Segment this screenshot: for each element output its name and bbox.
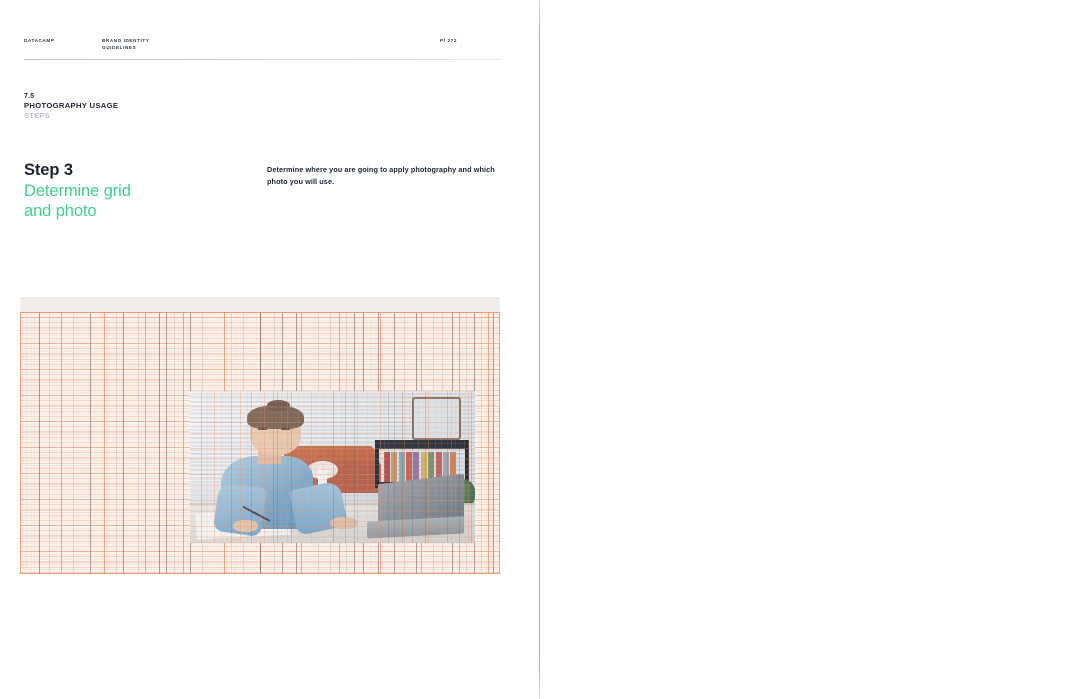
grid-vertical-line bbox=[281, 391, 283, 543]
running-head-left: DATACAMP BRAND IDENTITY GUIDELINES P/ 27… bbox=[24, 38, 500, 56]
grid-vertical-line bbox=[467, 391, 469, 543]
running-head-page-number: P/ 272 bbox=[440, 38, 458, 43]
grid-vertical-line bbox=[366, 391, 368, 543]
grid-vertical-line bbox=[379, 391, 381, 543]
grid-vertical-line bbox=[137, 312, 139, 574]
grid-vertical-line bbox=[435, 391, 437, 543]
grid-vertical-line bbox=[332, 391, 334, 543]
grid-vertical-line bbox=[402, 391, 404, 543]
grid-vertical-line bbox=[492, 312, 494, 574]
grid-vertical-line bbox=[450, 391, 452, 543]
grid-vertical-line bbox=[89, 312, 91, 574]
grid-vertical-line bbox=[488, 312, 489, 574]
grid-vertical-line bbox=[412, 391, 414, 543]
spread-gutter-divider bbox=[539, 0, 540, 699]
grid-vertical-line bbox=[315, 391, 317, 543]
grid-vertical-line bbox=[455, 391, 457, 543]
grid-vertical-line bbox=[298, 391, 300, 543]
grid-vertical-line bbox=[39, 312, 41, 574]
grid-vertical-line bbox=[446, 391, 448, 543]
page-left: DATACAMP BRAND IDENTITY GUIDELINES P/ 27… bbox=[0, 0, 540, 699]
step-subtitle: Determine grid and photo bbox=[24, 182, 131, 220]
grid-vertical-line bbox=[418, 391, 419, 543]
grid-vertical-line bbox=[72, 312, 74, 574]
grid-overlay-on-photo bbox=[190, 391, 475, 543]
grid-vertical-line bbox=[144, 312, 146, 574]
grid-vertical-line bbox=[403, 391, 405, 543]
grid-vertical-line bbox=[440, 391, 442, 543]
page-right: VERSION 1.4 PHOTOGRAPHY P/ 273 7.5 PHOTO… bbox=[540, 0, 1080, 699]
grid-vertical-line bbox=[427, 391, 429, 543]
grid-vertical-line bbox=[48, 312, 50, 574]
grid-vertical-line bbox=[247, 391, 248, 543]
section-label-left: 7.5 PHOTOGRAPHY USAGE STEPS bbox=[24, 92, 118, 121]
grid-vertical-line bbox=[251, 391, 253, 543]
grid-vertical-line bbox=[264, 391, 266, 543]
step-heading-left: Step 3 Determine grid and photo bbox=[24, 160, 239, 221]
grid-vertical-line bbox=[231, 391, 233, 543]
grid-vertical-line bbox=[173, 312, 175, 574]
grid-vertical-line bbox=[353, 391, 355, 543]
grid-vertical-line bbox=[341, 391, 343, 543]
step-number: Step 3 bbox=[24, 161, 73, 179]
running-head-brand: DATACAMP bbox=[24, 38, 55, 43]
grid-vertical-line bbox=[116, 312, 117, 574]
grid-vertical-line bbox=[311, 391, 313, 543]
step-body-copy-left: Determine where you are going to apply p… bbox=[267, 165, 495, 187]
grid-vertical-line bbox=[322, 391, 324, 543]
grid-vertical-line bbox=[388, 391, 390, 543]
section-number: 7.5 bbox=[24, 93, 35, 100]
grid-vertical-line bbox=[291, 391, 293, 543]
artwork-top-margin bbox=[20, 297, 500, 312]
grid-vertical-line bbox=[345, 391, 347, 543]
grid-vertical-line bbox=[60, 312, 62, 574]
grid-vertical-line bbox=[259, 391, 261, 543]
grid-vertical-line bbox=[425, 391, 427, 543]
grid-vertical-line bbox=[159, 312, 161, 574]
photo-left bbox=[190, 391, 475, 543]
running-head-section: BRAND IDENTITY GUIDELINES bbox=[102, 38, 150, 50]
grid-vertical-line bbox=[104, 312, 105, 574]
grid-vertical-line bbox=[183, 312, 185, 574]
grid-vertical-line bbox=[276, 391, 278, 543]
grid-vertical-line bbox=[463, 391, 465, 543]
grid-vertical-line bbox=[239, 391, 241, 543]
grid-vertical-line bbox=[166, 312, 168, 574]
section-subtitle: STEPS bbox=[24, 111, 50, 120]
grid-vertical-line bbox=[286, 391, 288, 543]
grid-vertical-line bbox=[272, 391, 274, 543]
grid-vertical-line bbox=[373, 391, 375, 543]
grid-vertical-line bbox=[207, 391, 209, 543]
grid-vertical-line bbox=[356, 391, 358, 543]
section-title: PHOTOGRAPHY USAGE bbox=[24, 101, 119, 110]
grid-vertical-line bbox=[221, 391, 223, 543]
grid-vertical-line bbox=[470, 391, 472, 543]
header-divider-left bbox=[24, 59, 500, 60]
grid-vertical-line bbox=[201, 391, 203, 543]
grid-vertical-line bbox=[459, 391, 461, 543]
grid-vertical-line bbox=[123, 312, 125, 574]
grid-vertical-line bbox=[393, 391, 395, 543]
grid-vertical-line bbox=[383, 391, 385, 543]
brand-guideline-spread: DATACAMP BRAND IDENTITY GUIDELINES P/ 27… bbox=[0, 0, 1080, 699]
grid-vertical-line bbox=[214, 391, 216, 543]
grid-vertical-line bbox=[480, 312, 482, 574]
